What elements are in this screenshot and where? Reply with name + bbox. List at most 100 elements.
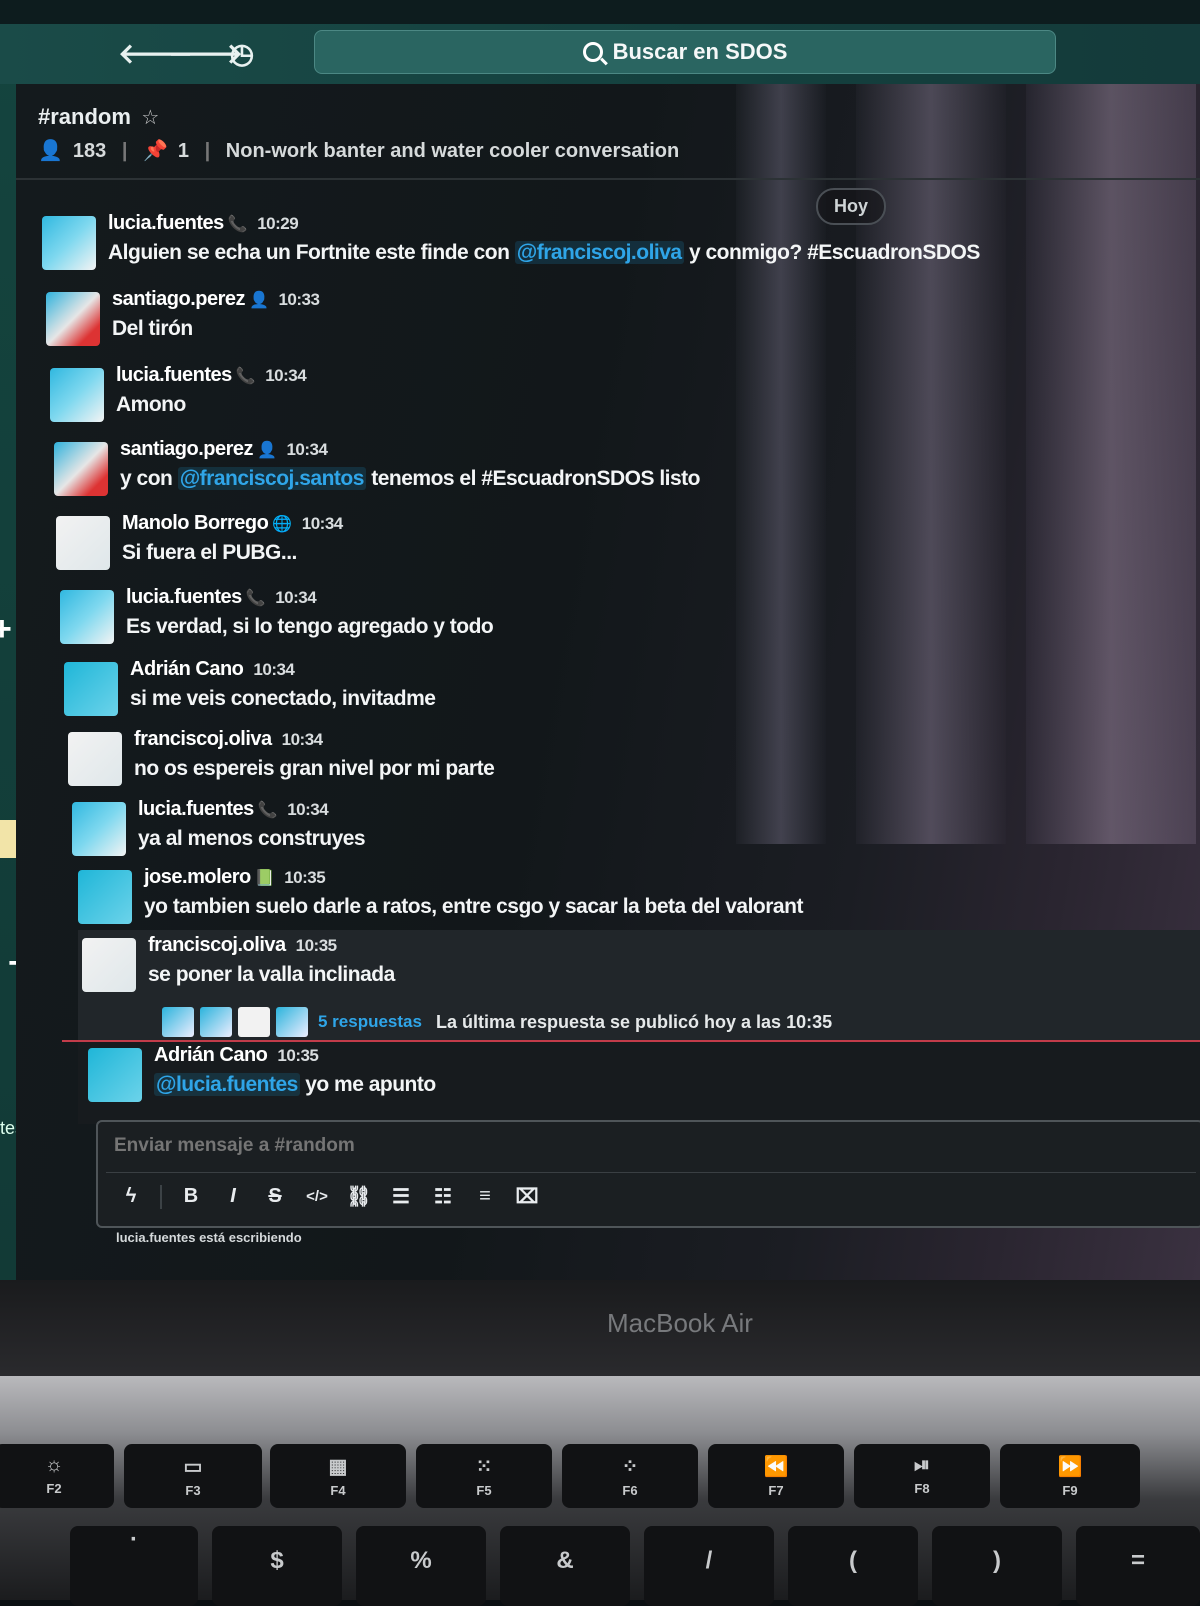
message-time[interactable]: 10:29: [257, 214, 298, 233]
typing-indicator: lucia.fuentes está escribiendo: [116, 1230, 302, 1245]
message-author[interactable]: santiago.perez: [120, 438, 254, 460]
pin-icon[interactable]: 📌: [143, 140, 168, 162]
keyboard-light-icon: ⁙: [475, 1456, 493, 1478]
key[interactable]: (: [788, 1526, 918, 1606]
rewind-key[interactable]: ⏪ F7: [708, 1444, 844, 1508]
message-time[interactable]: 10:35: [284, 868, 325, 887]
key[interactable]: /: [644, 1526, 774, 1606]
message-text: y conmigo? #EscuadronSDOS: [683, 241, 980, 264]
message-author[interactable]: lucia.fuentes: [108, 212, 224, 234]
star-icon[interactable]: ☆: [141, 107, 159, 129]
key[interactable]: %: [356, 1526, 486, 1606]
members-icon[interactable]: 👤: [38, 140, 63, 162]
bold-icon[interactable]: B: [178, 1185, 204, 1208]
avatar[interactable]: [50, 368, 104, 422]
message-author[interactable]: Manolo Borrego: [122, 512, 269, 534]
phone-icon: 📞: [235, 368, 256, 385]
user-mention[interactable]: @franciscoj.oliva: [514, 241, 684, 264]
brightness-key[interactable]: ☼ F2: [0, 1444, 114, 1508]
add-icon[interactable]: +: [0, 610, 12, 649]
message-time[interactable]: 10:34: [282, 730, 323, 749]
message-author[interactable]: lucia.fuentes: [126, 586, 242, 608]
lightning-icon[interactable]: ϟ: [118, 1185, 144, 1208]
keyboard-light-down-key[interactable]: ⁙ F5: [416, 1444, 552, 1508]
message-time[interactable]: 10:35: [277, 1046, 318, 1065]
code-block-icon[interactable]: ⌧: [514, 1184, 540, 1209]
message-text: yo me apunto: [299, 1073, 436, 1096]
message-time[interactable]: 10:34: [286, 440, 327, 459]
play-pause-key[interactable]: ⏯ F8: [854, 1444, 990, 1508]
key[interactable]: &: [500, 1526, 630, 1606]
thread-replies-link[interactable]: 5 respuestas: [318, 1012, 422, 1032]
message-time[interactable]: 10:35: [296, 936, 337, 955]
fast-forward-key[interactable]: ⏩ F9: [1000, 1444, 1140, 1508]
avatar[interactable]: [82, 938, 136, 992]
channel-name[interactable]: #random: [38, 104, 131, 129]
fast-forward-icon: ⏩: [1057, 1456, 1083, 1478]
pin-count[interactable]: 1: [178, 140, 189, 162]
user-mention[interactable]: @lucia.fuentes: [154, 1073, 300, 1096]
key-label: F5: [476, 1483, 492, 1498]
message-author[interactable]: jose.molero: [144, 866, 251, 888]
keyboard-light-up-key[interactable]: ⁘ F6: [562, 1444, 698, 1508]
message-author[interactable]: Adrián Cano: [154, 1044, 268, 1066]
message-time[interactable]: 10:34: [265, 366, 306, 385]
user-mention[interactable]: @franciscoj.santos: [177, 467, 366, 490]
person-icon: 👤: [257, 442, 277, 459]
key[interactable]: =: [1076, 1526, 1200, 1606]
strikethrough-icon[interactable]: S: [262, 1185, 288, 1208]
launchpad-icon: ▦: [328, 1456, 348, 1478]
message-input[interactable]: [112, 1134, 1016, 1158]
thread-summary[interactable]: 5 respuestas La última respuesta se publ…: [162, 1007, 832, 1037]
phone-icon: 📞: [227, 216, 248, 233]
key-label: F2: [46, 1481, 62, 1496]
message-text: Amono: [116, 393, 186, 416]
key[interactable]: ): [932, 1526, 1062, 1606]
ordered-list-icon[interactable]: ☰: [388, 1184, 414, 1209]
avatar[interactable]: [68, 732, 122, 786]
avatar: [162, 1007, 194, 1037]
message-author[interactable]: lucia.fuentes: [138, 798, 254, 820]
message-author[interactable]: lucia.fuentes: [116, 364, 232, 386]
code-icon[interactable]: </>: [304, 1188, 330, 1205]
avatar[interactable]: [54, 442, 108, 496]
forward-arrow-icon[interactable]: 🡒: [168, 38, 243, 70]
channel-topic[interactable]: Non-work banter and water cooler convers…: [226, 140, 679, 162]
avatar[interactable]: [60, 590, 114, 644]
member-count[interactable]: 183: [73, 140, 106, 162]
avatar[interactable]: [72, 802, 126, 856]
key-label: F6: [622, 1483, 638, 1498]
avatar[interactable]: [56, 516, 110, 570]
key[interactable]: $: [212, 1526, 342, 1606]
launchpad-key[interactable]: ▦ F4: [270, 1444, 406, 1508]
search-icon: [582, 42, 603, 62]
message-time[interactable]: 10:34: [275, 588, 316, 607]
mission-control-key[interactable]: ▭ F3: [124, 1444, 262, 1508]
message-author[interactable]: franciscoj.oliva: [134, 728, 272, 750]
message-text: y con: [120, 467, 178, 490]
keyboard-deck: ☼ F2 ▭ F3 ▦ F4 ⁙ F5 ⁘ F6 ⏪ F7 ⏯ F8 ⏩ F9 · $ % & …: [0, 1376, 1200, 1606]
message-time[interactable]: 10:34: [287, 800, 328, 819]
message-time[interactable]: 10:33: [278, 290, 319, 309]
message-author[interactable]: santiago.perez: [112, 288, 246, 310]
search-bar[interactable]: Buscar en SDOS: [314, 30, 1056, 74]
key[interactable]: ·: [70, 1526, 198, 1606]
header-divider: [16, 178, 1200, 180]
history-clock-icon[interactable]: ◷: [226, 38, 258, 70]
message-time[interactable]: 10:34: [253, 660, 294, 679]
globe-icon: 🌐: [272, 516, 292, 533]
avatar[interactable]: [42, 216, 96, 270]
link-icon[interactable]: ⛓: [346, 1184, 372, 1209]
avatar[interactable]: [88, 1048, 142, 1102]
bulleted-list-icon[interactable]: ☷: [430, 1184, 456, 1209]
avatar: [276, 1007, 308, 1037]
message-author[interactable]: Adrián Cano: [130, 658, 244, 680]
avatar[interactable]: [78, 870, 132, 924]
message-time[interactable]: 10:34: [302, 514, 343, 533]
avatar[interactable]: [64, 662, 118, 716]
avatar[interactable]: [46, 292, 100, 346]
italic-icon[interactable]: I: [220, 1185, 246, 1208]
back-arrow-icon[interactable]: 🡐: [118, 38, 193, 70]
message-author[interactable]: franciscoj.oliva: [148, 934, 286, 956]
quote-icon[interactable]: ≡: [472, 1185, 498, 1208]
